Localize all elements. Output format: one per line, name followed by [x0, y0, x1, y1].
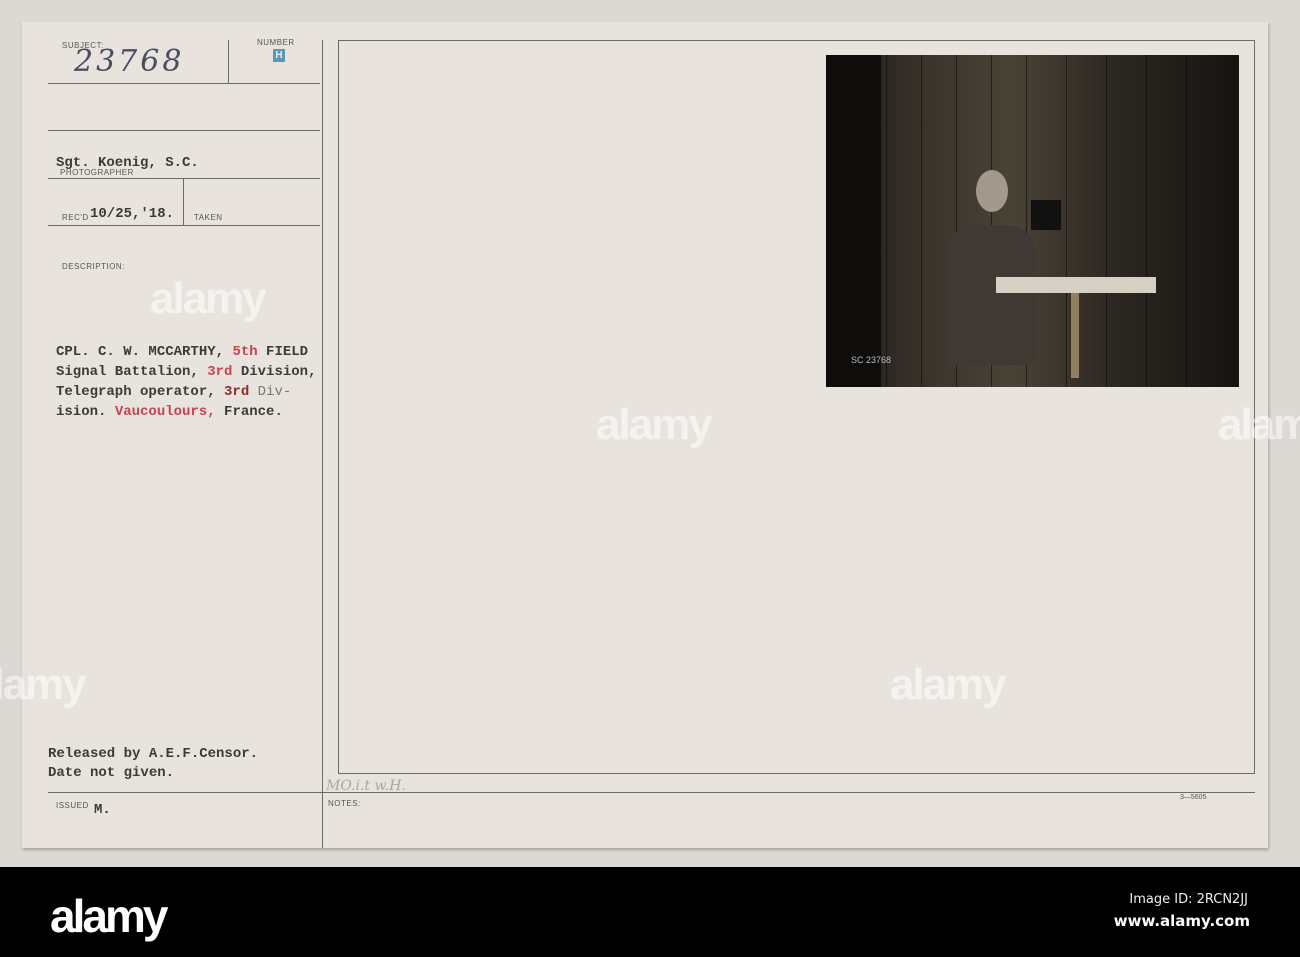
divider [48, 792, 1255, 793]
divider [48, 225, 320, 226]
issued-value: M. [94, 802, 111, 818]
taken-label: TAKEN [194, 213, 223, 222]
watermark: alamy [596, 400, 713, 449]
notes-handwritten: MO.i.t w.H. [326, 778, 406, 794]
desc-text: ision. [56, 404, 115, 420]
subject-number: 23768 [74, 44, 185, 79]
desc-text: Telegraph operator, [56, 384, 225, 400]
number-stamp: H [273, 49, 285, 62]
desk [996, 277, 1156, 293]
watermark: alamy [150, 274, 267, 323]
divider [48, 178, 320, 179]
number-label: NUMBER [257, 38, 295, 47]
divider [228, 40, 229, 83]
description-label: DESCRIPTION: [62, 262, 125, 271]
recd-label: REC'D [62, 213, 89, 222]
site-link[interactable]: www.alamy.com [1114, 912, 1250, 930]
alamy-logo: alamy [50, 890, 168, 942]
desc-text: Division, [232, 364, 317, 380]
divider [183, 178, 184, 225]
form-number: 3—5605 [1180, 794, 1207, 801]
photo-number: SC 23768 [851, 355, 892, 365]
watermark: alamy [1218, 400, 1300, 449]
image-id: Image ID: 2RCN2JJ [1129, 892, 1248, 907]
stock-banner: alamy Image ID: 2RCN2JJ www.alamy.com [0, 867, 1300, 957]
desc-text: Signal Battalion, [56, 364, 208, 380]
desc-text: 3rd [207, 364, 233, 380]
release-line-2: Date not given. [48, 765, 175, 781]
recd-date: 10/25,'18. [90, 206, 175, 222]
desc-text: Vaucoulours, [114, 404, 216, 420]
desc-text: 3rd [224, 384, 250, 400]
release-line-1: Released by A.E.F.Censor. [48, 746, 259, 762]
desc-text: FIELD [257, 344, 309, 360]
photograph-telegraph-operator: SC 23768 [826, 55, 1239, 387]
issued-label: ISSUED [56, 801, 89, 810]
desc-text: France. [215, 404, 283, 420]
watermark: alamy [890, 660, 1007, 709]
soldier-figure [946, 225, 1036, 365]
watermark: alamy [0, 660, 87, 709]
divider [48, 130, 320, 131]
photographer-name: Sgt. Koenig, S.C. [56, 155, 199, 171]
desc-text: CPL. C. W. MCCARTHY, [56, 344, 233, 360]
desc-text: 5th [232, 344, 258, 360]
desc-text: Div- [249, 384, 292, 400]
column-divider [322, 40, 323, 848]
notes-label: NOTES: [328, 799, 361, 808]
divider [48, 83, 320, 84]
